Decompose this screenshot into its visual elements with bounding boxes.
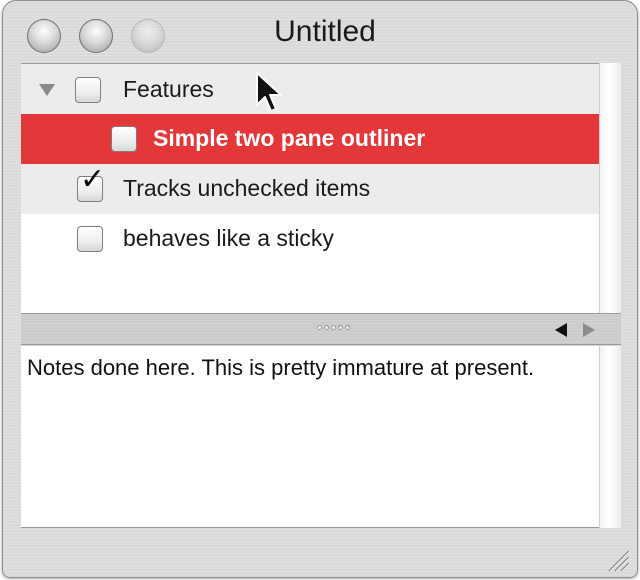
splitter-grip-icon[interactable] — [317, 325, 350, 333]
pane-splitter[interactable] — [21, 313, 621, 345]
notes-text[interactable]: Notes done here. This is pretty immature… — [27, 354, 587, 381]
mouse-pointer-icon — [256, 72, 282, 112]
checkbox-tracks-unchecked[interactable]: ✓ — [77, 165, 105, 202]
notes-scrollbar[interactable] — [599, 346, 621, 528]
disclosure-triangle-icon[interactable] — [39, 84, 55, 96]
window-title: Untitled — [274, 15, 376, 48]
outline-scrollbar[interactable] — [599, 63, 621, 313]
outline-row-features[interactable]: Features — [21, 64, 599, 114]
checkbox-simple-two-pane[interactable] — [111, 126, 137, 152]
arrow-left-icon[interactable] — [555, 323, 567, 337]
outline-row-simple-two-pane[interactable]: Simple two pane outliner — [21, 114, 599, 164]
outline-row-tracks-unchecked[interactable]: ✓ Tracks unchecked items — [21, 164, 599, 214]
notes-pane[interactable]: Notes done here. This is pretty immature… — [21, 346, 599, 528]
outline-item-label: Tracks unchecked items — [123, 175, 371, 201]
app-window: Untitled Features Simple two pane outlin… — [2, 0, 638, 578]
outline-pane[interactable]: Features Simple two pane outliner ✓ Trac… — [21, 63, 599, 313]
window-bottom-bar — [3, 529, 637, 577]
checkmark-icon: ✓ — [80, 162, 106, 197]
outline-item-label: behaves like a sticky — [123, 225, 334, 251]
checkbox-features[interactable] — [75, 77, 101, 103]
title-bar[interactable]: Untitled — [3, 1, 637, 63]
checkbox-behaves-like-sticky[interactable] — [77, 226, 103, 252]
outline-item-label: Simple two pane outliner — [153, 125, 426, 151]
resize-grip-icon[interactable] — [601, 543, 631, 573]
outline-item-label: Features — [123, 76, 214, 102]
arrow-right-icon[interactable] — [583, 323, 595, 337]
outline-row-behaves-like-sticky[interactable]: behaves like a sticky — [21, 214, 599, 264]
